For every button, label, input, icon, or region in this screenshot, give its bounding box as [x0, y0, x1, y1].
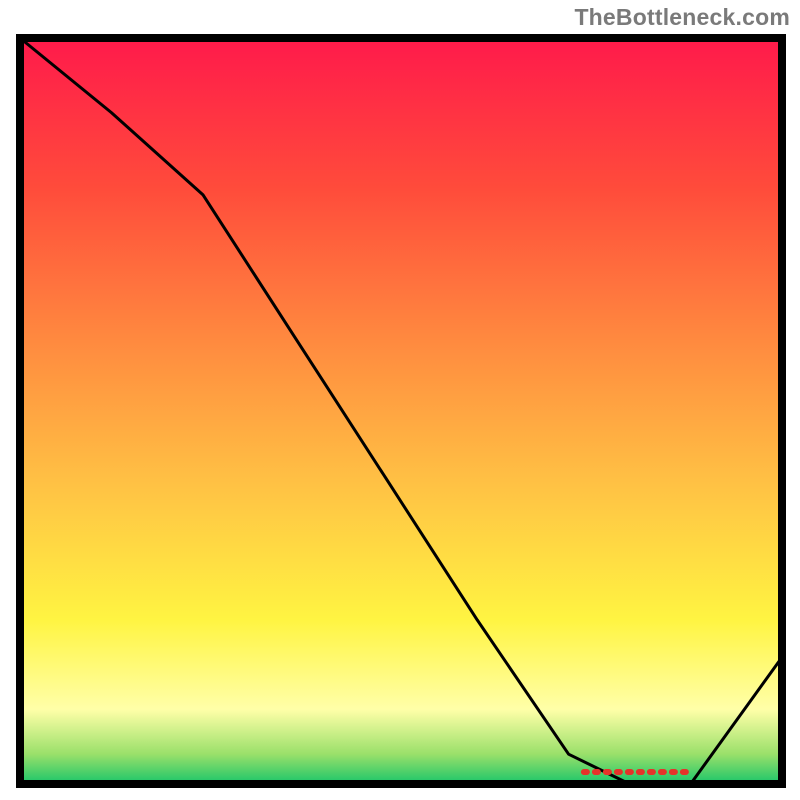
chart-svg — [16, 34, 786, 788]
watermark-text: TheBottleneck.com — [574, 4, 790, 31]
chart-background — [20, 38, 782, 784]
bottleneck-chart — [16, 34, 786, 788]
